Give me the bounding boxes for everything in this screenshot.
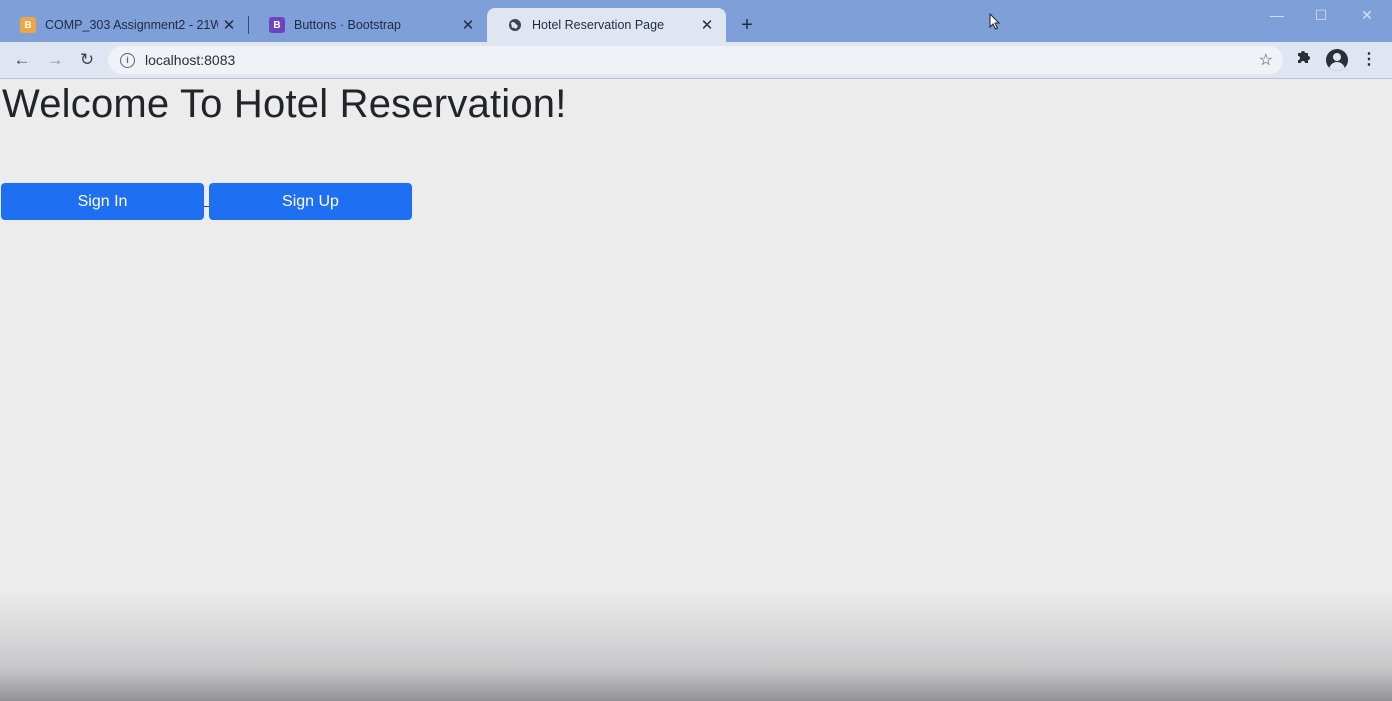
new-tab-plus-icon[interactable]: + <box>736 12 758 38</box>
page-title: Welcome To Hotel Reservation! <box>2 82 567 126</box>
site-info-icon[interactable]: i <box>120 52 135 68</box>
browser-toolbar: ← → ↻ i localhost:8083 ☆ ⋮ <box>0 42 1392 79</box>
tab-title: COMP_303 Assignment2 - 21W - <box>45 18 218 32</box>
page-content: Welcome To Hotel Reservation! Sign In Si… <box>0 79 1392 701</box>
close-icon[interactable]: ✕ <box>218 16 240 34</box>
back-arrow-icon[interactable]: ← <box>10 48 34 72</box>
extensions-puzzle-icon[interactable] <box>1292 48 1316 72</box>
forward-arrow-icon[interactable]: → <box>43 48 67 72</box>
minimize-icon[interactable]: — <box>1254 4 1300 26</box>
bootstrap-orange-icon: B <box>20 17 36 33</box>
address-url: localhost:8083 <box>145 52 236 68</box>
profile-avatar-icon[interactable] <box>1326 49 1348 71</box>
tab-hotel-reservation[interactable]: Hotel Reservation Page ✕ <box>487 8 726 42</box>
sign-in-button[interactable]: Sign In <box>1 183 204 220</box>
tab-comp303-assignment[interactable]: B COMP_303 Assignment2 - 21W - ✕ <box>0 8 248 42</box>
tab-bootstrap-buttons[interactable]: B Buttons · Bootstrap ✕ <box>249 8 487 42</box>
tab-title: Buttons · Bootstrap <box>294 18 402 32</box>
globe-icon <box>507 17 523 33</box>
bootstrap-purple-icon: B <box>269 17 285 33</box>
sign-up-button[interactable]: Sign Up <box>209 183 412 220</box>
tab-strip: B COMP_303 Assignment2 - 21W - ✕ B Butto… <box>0 0 1392 42</box>
window-close-icon[interactable]: ✕ <box>1344 4 1390 26</box>
bookmark-star-icon[interactable]: ☆ <box>1259 50 1273 70</box>
menu-kebab-icon[interactable]: ⋮ <box>1357 48 1381 72</box>
address-bar[interactable]: i localhost:8083 ☆ <box>108 46 1283 74</box>
bottom-shadow <box>0 591 1392 701</box>
mouse-cursor-icon <box>989 12 1001 36</box>
close-icon[interactable]: ✕ <box>457 16 479 34</box>
tab-title: Hotel Reservation Page <box>532 18 665 32</box>
reload-icon[interactable]: ↻ <box>75 48 99 72</box>
maximize-icon[interactable]: ☐ <box>1298 4 1344 26</box>
close-icon[interactable]: ✕ <box>696 16 718 34</box>
